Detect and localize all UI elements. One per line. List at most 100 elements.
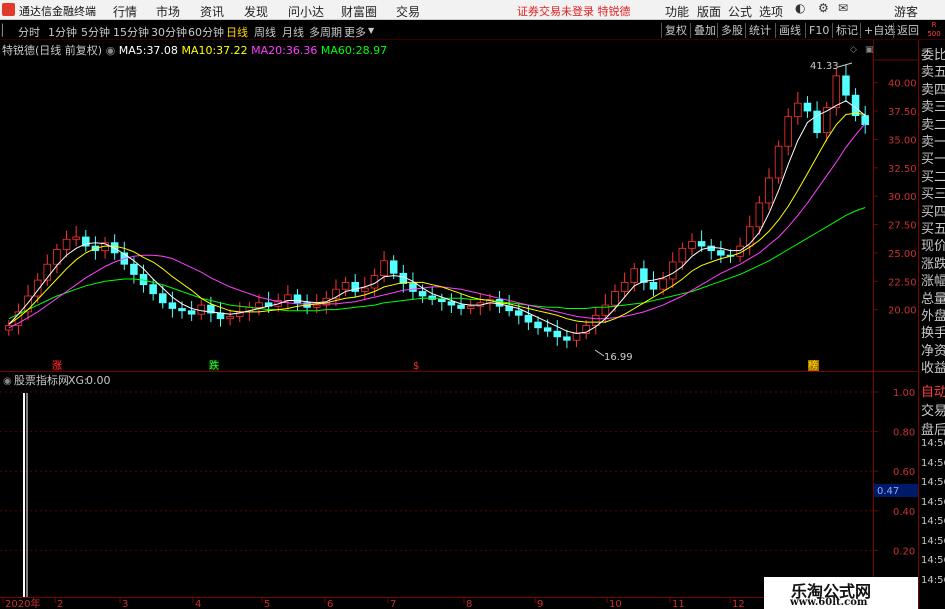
candle-up bbox=[312, 304, 321, 308]
side-lower-item[interactable]: 自动 bbox=[921, 381, 945, 400]
date-label: 2020年 bbox=[5, 597, 40, 609]
candle-down bbox=[187, 310, 196, 315]
date-label: 11 bbox=[672, 599, 685, 609]
candle-down bbox=[543, 327, 552, 332]
side-time: 14:56 bbox=[921, 457, 945, 469]
candle-up bbox=[572, 333, 581, 341]
side-lower-item[interactable]: 盘后 bbox=[921, 419, 945, 438]
price-tick-label: 35.00 bbox=[888, 135, 917, 146]
side-time: 14:56 bbox=[921, 535, 945, 547]
indicator-title[interactable]: 股票指标网 bbox=[14, 373, 69, 387]
price-tick-label: 22.50 bbox=[888, 277, 917, 288]
candle-up bbox=[361, 287, 369, 292]
candle-up bbox=[794, 102, 802, 118]
candle-up bbox=[466, 305, 475, 309]
candle-down bbox=[447, 301, 456, 306]
watermark-url: www.60lt.com bbox=[790, 597, 868, 608]
marker-fall[interactable]: 跌 bbox=[209, 359, 219, 372]
candle-up bbox=[591, 314, 600, 326]
indicator-tick-label: 0.60 bbox=[893, 467, 915, 478]
side-item[interactable]: 卖五 bbox=[921, 61, 945, 80]
side-lower-item[interactable]: 交易 bbox=[921, 400, 945, 419]
candle-down bbox=[168, 302, 177, 309]
side-item[interactable]: 委比 bbox=[921, 44, 945, 63]
candle-down bbox=[293, 294, 302, 304]
low-annotation: 16.99 bbox=[604, 352, 633, 363]
side-item[interactable]: 换手 bbox=[921, 322, 945, 341]
indicator-tick-label: 0.20 bbox=[893, 546, 915, 557]
candle-up bbox=[755, 202, 764, 228]
candle-down bbox=[409, 283, 417, 292]
side-item[interactable]: 买一 bbox=[921, 148, 945, 167]
candle-down bbox=[438, 299, 446, 303]
indicator-gear-icon[interactable]: ◉ bbox=[3, 376, 12, 387]
side-item[interactable]: 净资 bbox=[921, 340, 945, 359]
side-item[interactable]: 收益 bbox=[921, 357, 945, 376]
candle-down bbox=[418, 291, 427, 297]
indicator-grid bbox=[0, 391, 873, 551]
diamond-icon[interactable]: ◇ bbox=[850, 45, 857, 55]
candle-up bbox=[72, 236, 80, 240]
date-label: 10 bbox=[609, 599, 622, 609]
indicator-current: 0.47 bbox=[877, 486, 899, 497]
side-item[interactable]: 外盘 bbox=[921, 305, 945, 324]
candle-up bbox=[62, 238, 71, 250]
side-item[interactable]: 涨幅 bbox=[921, 270, 945, 289]
candle-up bbox=[197, 304, 206, 315]
candle-up bbox=[774, 145, 783, 179]
candle-up bbox=[630, 268, 639, 283]
candle-up bbox=[611, 291, 619, 306]
ma-lines bbox=[8, 100, 866, 334]
side-item[interactable]: 总量 bbox=[921, 288, 945, 307]
price-tick-label: 27.50 bbox=[888, 221, 917, 232]
side-item[interactable]: 卖四 bbox=[921, 79, 945, 98]
candle-down bbox=[697, 241, 706, 247]
side-time: 14:56 bbox=[921, 516, 945, 527]
side-item[interactable]: 买二 bbox=[921, 166, 945, 185]
high-annotation: 41.33 bbox=[810, 61, 839, 72]
candle-down bbox=[861, 115, 869, 126]
side-item[interactable]: 买三 bbox=[921, 183, 945, 202]
candle-down bbox=[149, 284, 157, 295]
side-time: 14:56 bbox=[921, 555, 945, 566]
candle-up bbox=[832, 75, 841, 109]
candle-up bbox=[620, 281, 629, 292]
candle-up bbox=[678, 247, 687, 263]
candle-down bbox=[842, 75, 850, 96]
candle-up bbox=[226, 316, 234, 320]
side-item[interactable]: 涨跌 bbox=[921, 253, 945, 272]
side-item[interactable]: 现价 bbox=[921, 235, 945, 254]
resize-icon[interactable]: ▣ bbox=[865, 45, 874, 55]
candle-down bbox=[563, 336, 571, 341]
side-item[interactable]: 卖二 bbox=[921, 114, 945, 133]
candle-down bbox=[534, 321, 542, 329]
side-item[interactable]: 买五 bbox=[921, 218, 945, 237]
candle-down bbox=[649, 281, 658, 290]
marker-dollar[interactable]: $ bbox=[413, 361, 419, 372]
candle-up bbox=[53, 249, 61, 265]
xg-label: XG: bbox=[68, 374, 88, 387]
side-item[interactable]: 卖三 bbox=[921, 96, 945, 115]
indicator-tick-label: 1.00 bbox=[893, 388, 915, 399]
marker-rise[interactable]: 涨 bbox=[52, 360, 62, 372]
date-axis: 2020年 2 3 4 5 6 7 8 9 10 11 12 bbox=[2, 597, 745, 609]
candle-up bbox=[765, 177, 773, 204]
marker-list[interactable]: 榜 bbox=[808, 359, 818, 372]
candle-down bbox=[553, 330, 562, 338]
date-label: 2 bbox=[57, 599, 63, 609]
price-tick-label: 32.50 bbox=[888, 164, 917, 175]
indicator-tick-label: 0.80 bbox=[893, 428, 915, 439]
candle-down bbox=[457, 304, 465, 309]
date-label: 8 bbox=[466, 599, 472, 609]
date-label: 9 bbox=[537, 599, 543, 609]
side-time: 14:56 bbox=[921, 496, 945, 508]
candle-down bbox=[717, 250, 725, 256]
candle-down bbox=[178, 308, 186, 312]
candle-up bbox=[784, 116, 792, 147]
side-item[interactable]: 卖一 bbox=[921, 131, 945, 150]
ma10-line bbox=[8, 112, 866, 325]
price-axis: 40.00 37.50 35.00 32.50 30.00 27.50 25.00 22.50… bbox=[873, 79, 917, 317]
side-time: 14:56 bbox=[921, 574, 945, 586]
side-item[interactable]: 买四 bbox=[921, 201, 945, 220]
kline-chart[interactable]: 40.0037.5035.0032.5030.0027.5025.0022.50… bbox=[0, 0, 945, 609]
